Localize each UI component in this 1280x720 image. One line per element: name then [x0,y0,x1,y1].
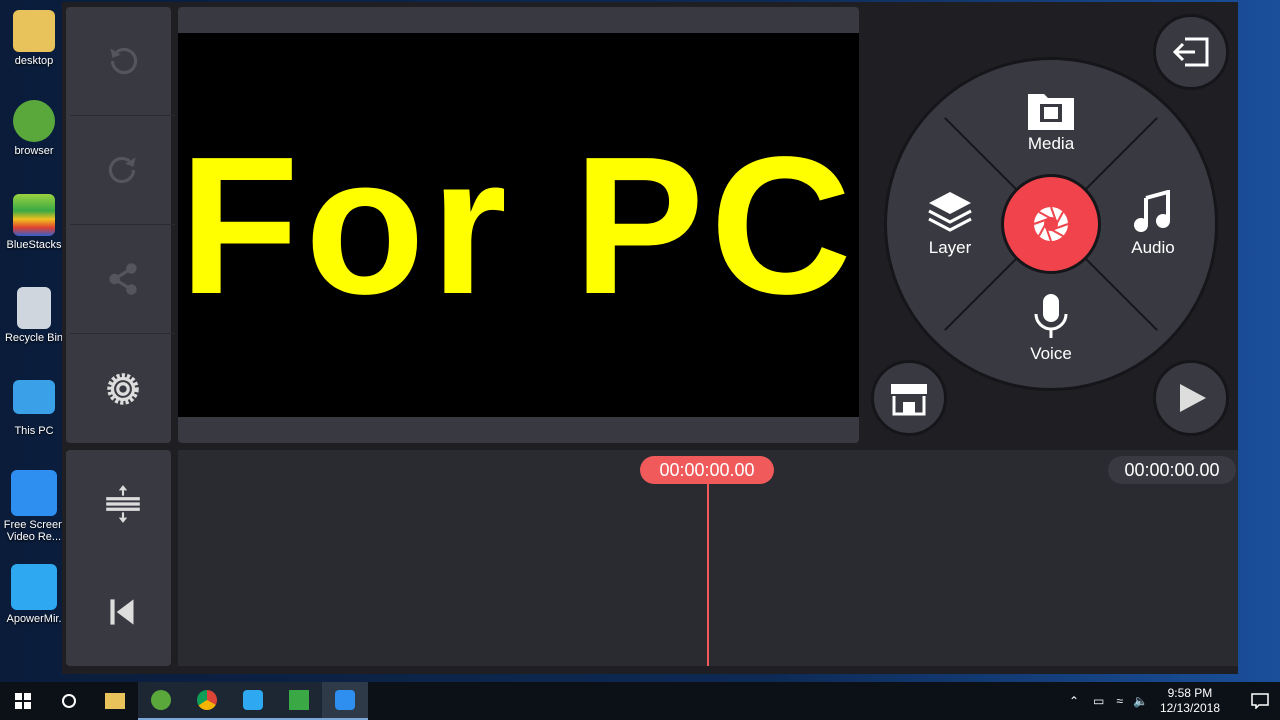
wifi-icon[interactable]: ≈ [1116,694,1123,708]
play-icon [1180,384,1206,412]
action-center-icon [1251,693,1269,709]
clock[interactable]: 9:58 PM 12/13/2018 [1160,686,1220,716]
camera-shutter-icon [1033,206,1069,242]
redo-button[interactable] [70,116,175,225]
bluestacks-icon [13,194,55,236]
desktop-icon-browser[interactable]: browser [2,100,66,157]
preview-panel: For PC [178,7,859,443]
voice-button[interactable]: Voice [1006,292,1096,364]
media-folder-icon [1028,94,1074,130]
browser-icon [13,100,55,142]
skip-to-start-button[interactable] [70,558,175,666]
start-button[interactable] [0,682,46,720]
expand-timeline-button[interactable] [70,450,175,558]
overlay-text: For PC [179,115,858,335]
undo-button[interactable] [70,7,175,116]
settings-button[interactable] [70,334,175,443]
gear-icon [106,372,139,405]
microphone-icon [1034,294,1068,338]
system-tray: ⌃ ▭ ≈ 🔈 9:58 PM 12/13/2018 [1069,682,1280,720]
desktop-icon-recycle-bin[interactable]: Recycle Bin [2,287,66,344]
media-button[interactable]: Media [1006,90,1096,154]
playhead-timecode: 00:00:00.00 [640,456,774,484]
layers-icon [928,192,972,232]
chevron-up-icon[interactable]: ⌃ [1069,694,1079,708]
apowermirror-icon [11,564,57,610]
folder-icon [105,693,125,709]
timeline-toolbar [66,450,171,666]
exit-button[interactable] [1153,14,1229,90]
asset-store-button[interactable] [871,360,947,436]
undo-icon [109,47,137,75]
preview-screen[interactable]: For PC [178,33,859,417]
audio-button[interactable]: Audio [1108,190,1198,258]
screen-recorder-icon [11,470,57,516]
folder-icon [13,10,55,52]
desktop-icon-free-screen-recorder[interactable]: Free Screen Video Re... [2,470,66,543]
desktop-icon-this-pc[interactable]: This PC [2,380,66,437]
taskbar-chrome[interactable] [184,682,230,720]
search-circle-icon [62,694,76,708]
volume-icon[interactable]: 🔈 [1133,694,1148,708]
share-button[interactable] [70,225,175,334]
music-note-icon [1134,190,1170,232]
cortana-button[interactable] [46,682,92,720]
battery-icon[interactable]: ▭ [1093,694,1104,708]
play-button[interactable] [1153,360,1229,436]
kinemaster-app: For PC Media Layer Audio Voice 00:00:00.… [62,2,1238,674]
redo-icon [108,156,136,184]
playhead[interactable] [707,482,709,666]
windows-icon [15,693,31,709]
apowermirror-icon [243,690,263,710]
bluestacks-icon [289,690,309,710]
record-button[interactable] [1001,174,1101,274]
taskbar: ⌃ ▭ ≈ 🔈 9:58 PM 12/13/2018 [0,682,1280,720]
desktop-icon-apowermirror[interactable]: ApowerMir. [2,564,66,625]
exit-icon [1172,37,1209,67]
total-duration: 00:00:00.00 [1108,456,1236,484]
taskbar-screen-recorder[interactable] [322,682,368,720]
taskbar-bluestacks[interactable] [276,682,322,720]
desktop-icon-bluestacks[interactable]: BlueStacks [2,194,66,251]
left-toolbar [66,7,175,443]
taskbar-browser[interactable] [138,682,184,720]
computer-icon [13,380,55,414]
recycle-bin-icon [17,287,51,329]
taskbar-apowermirror[interactable] [230,682,276,720]
store-icon [891,384,927,416]
chrome-icon [197,690,217,710]
layer-button[interactable]: Layer [905,190,995,258]
taskbar-file-explorer[interactable] [92,682,138,720]
media-wheel: Media Layer Audio Voice [884,57,1218,391]
expand-vertical-icon [105,485,140,523]
notifications-button[interactable] [1240,693,1280,709]
browser-icon [151,690,171,710]
screen-recorder-icon [335,690,355,710]
timeline[interactable]: 00:00:00.00 00:00:00.00 [178,450,1238,666]
desktop-icon-desktop[interactable]: desktop [2,10,66,67]
skip-back-icon [109,599,133,625]
share-icon [108,263,137,295]
